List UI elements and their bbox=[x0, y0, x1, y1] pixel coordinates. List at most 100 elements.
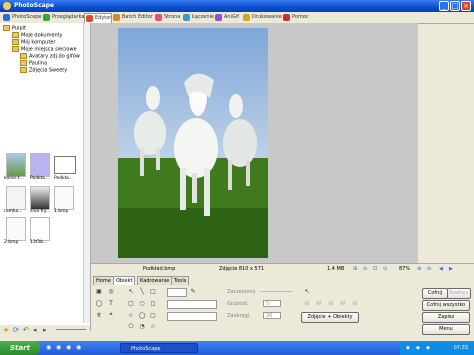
rounded-rect-icon[interactable]: ▢ bbox=[127, 300, 135, 308]
thickness-input[interactable]: 5 bbox=[263, 300, 281, 307]
zoom-out-small-icon[interactable]: ⊖ bbox=[427, 266, 431, 272]
tray-icon[interactable]: ◆ bbox=[406, 345, 410, 351]
window-title: PhotoScape bbox=[14, 2, 55, 9]
ellipse-icon[interactable]: ◯ bbox=[138, 312, 146, 320]
quicklaunch-icon[interactable]: ◉ bbox=[66, 344, 71, 351]
tree-item[interactable]: Mój komputer bbox=[12, 39, 55, 46]
tree-item[interactable]: Paulina bbox=[20, 60, 47, 67]
thumbnail[interactable] bbox=[6, 153, 26, 177]
thumbnail-label: 2.bmp bbox=[4, 240, 19, 245]
tray-icon[interactable]: ◆ bbox=[416, 345, 420, 351]
symbol-icon[interactable]: ◎ bbox=[107, 288, 115, 296]
tab-photoscape[interactable]: PhotoScape bbox=[2, 13, 42, 22]
prev-photo-icon[interactable]: ◀ bbox=[439, 266, 443, 272]
rotate-left-icon[interactable]: ↶ bbox=[23, 326, 29, 334]
refresh-icon[interactable]: ⟳ bbox=[13, 326, 19, 334]
left-toolbar: ★ ⟳ ↶ ◂ ▸ bbox=[0, 325, 90, 334]
tree-item[interactable]: Moje dokumenty bbox=[12, 32, 63, 39]
circle-icon[interactable]: ○ bbox=[138, 300, 146, 308]
taskbar-app-photoscape[interactable]: PhotoScape bbox=[120, 343, 198, 353]
photo-object-icon[interactable]: ▣ bbox=[95, 288, 103, 296]
zoom-actual-icon[interactable]: ⊙ bbox=[383, 266, 387, 272]
close-button[interactable]: × bbox=[461, 1, 471, 11]
star-icon[interactable]: ★ bbox=[3, 326, 9, 334]
editor-icon bbox=[86, 15, 93, 22]
maximize-button[interactable]: □ bbox=[450, 1, 460, 11]
thumbnail[interactable] bbox=[54, 186, 74, 210]
thumbnail[interactable] bbox=[54, 156, 76, 174]
star-outline-icon[interactable]: ☆ bbox=[149, 323, 157, 331]
eyedropper-icon[interactable]: ✎ bbox=[189, 288, 197, 296]
thumbnail-size-slider[interactable] bbox=[56, 329, 86, 330]
menu-button[interactable]: Menu bbox=[422, 324, 470, 335]
forward-icon[interactable]: ▸ bbox=[43, 326, 47, 334]
thumbnail[interactable] bbox=[30, 217, 50, 241]
undo-button[interactable]: Cofnij bbox=[422, 288, 448, 299]
tab-object[interactable]: Obiekt bbox=[113, 276, 136, 285]
tree-item[interactable]: Avatary zdj.do gifów bbox=[20, 53, 80, 60]
anchored-slider[interactable] bbox=[261, 291, 293, 292]
thumbnail[interactable] bbox=[6, 186, 26, 210]
tab-tools[interactable]: Tools bbox=[171, 276, 190, 285]
color-picker[interactable] bbox=[167, 288, 187, 297]
star-shape-icon[interactable]: ☆ bbox=[127, 312, 135, 320]
tab-crop[interactable]: Kadrowanie bbox=[137, 276, 173, 285]
minimize-button[interactable]: _ bbox=[439, 1, 449, 11]
polygon-icon[interactable]: ⬠ bbox=[127, 323, 135, 331]
pointer-icon[interactable]: ↖ bbox=[127, 288, 135, 296]
thumbnail-label: 1.bmp bbox=[54, 209, 69, 214]
back-icon[interactable]: ◂ bbox=[33, 326, 37, 334]
photo-plus-objects-button[interactable]: Zdjęcie + Obiekty bbox=[301, 312, 359, 323]
tab-batch-editor[interactable]: Batch Editor bbox=[112, 13, 153, 22]
thumbnail[interactable] bbox=[30, 186, 50, 210]
line-style-select[interactable] bbox=[167, 300, 217, 309]
scrollbar[interactable] bbox=[83, 23, 90, 323]
box-icon[interactable]: ▢ bbox=[149, 312, 157, 320]
tab-anigif[interactable]: AniGif bbox=[214, 13, 239, 22]
thumbnail[interactable] bbox=[6, 217, 26, 241]
align-icon[interactable]: ⊟ bbox=[303, 300, 311, 308]
next-photo-icon[interactable]: ▶ bbox=[449, 266, 453, 272]
fit-screen-icon[interactable]: ⊞ bbox=[353, 266, 357, 272]
fill-style-select[interactable] bbox=[167, 312, 217, 321]
thumbnail[interactable] bbox=[30, 153, 50, 177]
tab-help[interactable]: Pomoc bbox=[282, 13, 309, 22]
tree-root[interactable]: Pulpit bbox=[3, 25, 26, 32]
align-icon[interactable]: ⊟ bbox=[339, 300, 347, 308]
zoom-out-icon[interactable]: ⊖ bbox=[363, 266, 367, 272]
file-browser-panel: Pulpit Moje dokumenty Mój komputer Moje … bbox=[0, 23, 91, 331]
redo-button[interactable]: Powtórz bbox=[447, 288, 471, 299]
undo-all-button[interactable]: Cofnij wszystko bbox=[422, 300, 470, 311]
quicklaunch-icon[interactable]: ◉ bbox=[76, 344, 81, 351]
tab-editor[interactable]: Edytor bbox=[84, 13, 113, 23]
align-icon[interactable]: ⊟ bbox=[315, 300, 323, 308]
figure-icon[interactable]: ♆ bbox=[95, 312, 103, 320]
square-icon[interactable]: ◻ bbox=[149, 300, 157, 308]
clock-shape-icon[interactable]: ◔ bbox=[138, 323, 146, 331]
zoom-in-icon[interactable]: ⊕ bbox=[417, 266, 421, 272]
save-button[interactable]: Zapisz bbox=[422, 312, 470, 323]
tab-browser[interactable]: Przeglądarka bbox=[42, 13, 84, 22]
zoom-fit-icon[interactable]: ⊡ bbox=[373, 266, 377, 272]
thumbnail-label: Podkła... bbox=[30, 176, 50, 181]
start-button[interactable]: Start bbox=[0, 341, 40, 355]
text-icon[interactable]: T bbox=[107, 300, 115, 308]
tree-item[interactable]: Zdjęcia Sweety bbox=[20, 67, 67, 74]
quicklaunch-icon[interactable]: ◉ bbox=[56, 344, 61, 351]
tray-icon[interactable]: ◆ bbox=[426, 345, 430, 351]
speech-bubble-icon[interactable]: ◯ bbox=[95, 300, 103, 308]
align-icon[interactable]: ⊟ bbox=[351, 300, 359, 308]
tab-page[interactable]: Strona bbox=[154, 13, 180, 22]
tab-home[interactable]: Home bbox=[93, 276, 114, 285]
align-icon[interactable]: ⊟ bbox=[327, 300, 335, 308]
round-input[interactable]: 20 bbox=[263, 312, 281, 319]
line-icon[interactable]: ╲ bbox=[138, 288, 146, 296]
rectangle-icon[interactable]: □ bbox=[149, 288, 157, 296]
quote-icon[interactable]: ❝ bbox=[107, 312, 115, 320]
folder-icon bbox=[20, 60, 27, 66]
tab-combine[interactable]: Łączenie bbox=[182, 13, 214, 22]
tree-item[interactable]: Moje miejsca sieciowe bbox=[12, 46, 77, 53]
quicklaunch-icon[interactable]: ◉ bbox=[46, 344, 51, 351]
select-cursor-icon[interactable]: ↖ bbox=[303, 288, 311, 296]
tab-print[interactable]: Drukowanie bbox=[242, 13, 282, 22]
